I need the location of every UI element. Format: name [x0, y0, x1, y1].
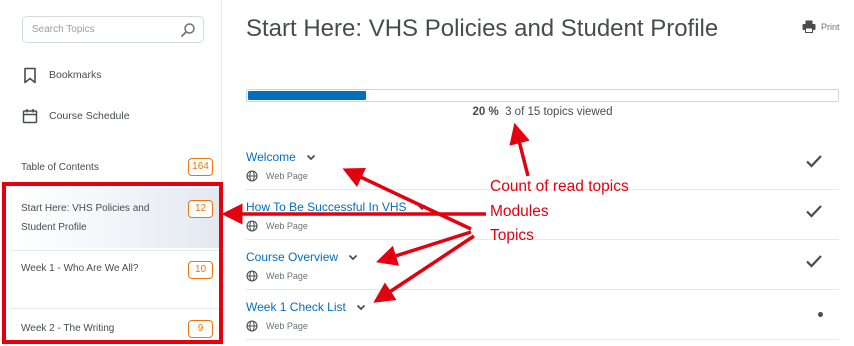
print-button[interactable]: Print — [802, 20, 840, 33]
chevron-down-icon[interactable] — [348, 254, 358, 261]
globe-icon — [246, 270, 258, 282]
progress-viewed-count: 3 of 15 topics viewed — [505, 106, 613, 118]
topic-count-badge: 12 — [188, 200, 213, 218]
search-input[interactable]: Search Topics — [22, 16, 204, 43]
unread-dot-icon — [818, 312, 823, 317]
topic-link[interactable]: How To Be Successful In VHS — [246, 200, 407, 214]
toc-label: Table of Contents — [21, 162, 99, 173]
topic-row: Course Overview Web Page — [246, 240, 839, 290]
sidebar-item-label: Course Schedule — [49, 110, 130, 122]
search-placeholder: Search Topics — [32, 24, 95, 35]
print-label: Print — [821, 21, 840, 32]
bookmark-icon — [22, 66, 38, 84]
topic-type-label: Web Page — [266, 321, 308, 331]
checkmark-icon — [806, 155, 822, 168]
sidebar-item-course-schedule[interactable]: Course Schedule — [22, 107, 130, 125]
chevron-down-icon[interactable] — [306, 154, 316, 161]
globe-icon — [246, 320, 258, 332]
topic-type-label: Web Page — [266, 171, 308, 181]
module-label: Start Here: VHS Policies and Student Pro… — [21, 203, 150, 233]
annotation-label: Modules — [490, 203, 549, 220]
search-icon[interactable] — [180, 22, 196, 38]
module-item-start-here[interactable]: Start Here: VHS Policies and Student Pro… — [10, 188, 220, 248]
progress-bar — [246, 89, 839, 102]
progress-bar-fill — [248, 91, 366, 100]
calendar-icon — [22, 107, 38, 125]
sidebar: Search Topics Bookmarks Course Schedule … — [0, 0, 222, 346]
topic-type-label: Web Page — [266, 221, 308, 231]
topic-link[interactable]: Week 1 Check List — [246, 300, 346, 314]
module-label: Week 1 - Who Are We All? — [21, 263, 139, 274]
chevron-down-icon[interactable] — [417, 204, 427, 211]
topic-link[interactable]: Course Overview — [246, 250, 338, 264]
page-title: Start Here: VHS Policies and Student Pro… — [246, 15, 719, 42]
module-label: Week 2 - The Writing — [21, 323, 115, 334]
topic-count-badge: 10 — [188, 261, 213, 279]
globe-icon — [246, 220, 258, 232]
chevron-down-icon[interactable] — [356, 304, 366, 311]
topic-link[interactable]: Welcome — [246, 150, 296, 164]
sidebar-item-label: Bookmarks — [49, 69, 102, 81]
annotation-label: Count of read topics — [490, 178, 629, 195]
module-item-week-2[interactable]: Week 2 - The Writing 9 — [10, 308, 220, 346]
module-item-week-1[interactable]: Week 1 - Who Are We All? 10 — [10, 250, 220, 306]
table-of-contents[interactable]: Table of Contents 164 — [10, 156, 220, 178]
checkmark-icon — [806, 255, 822, 268]
progress-percent: 20 % — [472, 106, 499, 118]
annotation-label: Topics — [490, 227, 534, 244]
topic-count-badge: 164 — [188, 158, 213, 176]
printer-icon — [802, 20, 816, 33]
globe-icon — [246, 170, 258, 182]
topic-count-badge: 9 — [188, 320, 213, 338]
topic-row: Week 1 Check List Web Page — [246, 290, 839, 340]
topic-type-label: Web Page — [266, 271, 308, 281]
progress-text: 20 % 3 of 15 topics viewed — [246, 106, 839, 118]
sidebar-item-bookmarks[interactable]: Bookmarks — [22, 66, 102, 84]
checkmark-icon — [806, 205, 822, 218]
